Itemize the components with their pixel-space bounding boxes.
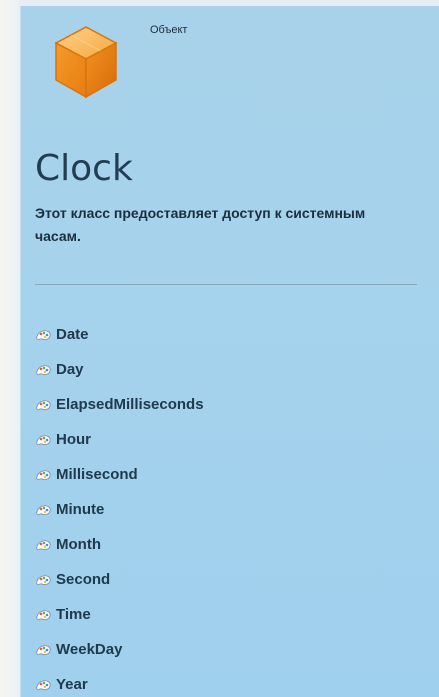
property-icon [36, 540, 51, 551]
property-item-second[interactable]: Second [35, 571, 204, 606]
property-icon [36, 470, 51, 481]
property-list: Date Day ElapsedMilliseconds Hour Millis… [35, 326, 204, 697]
property-item-elapsedmilliseconds[interactable]: ElapsedMilliseconds [35, 396, 204, 431]
property-label: WeekDay [56, 641, 123, 658]
object-description: Этот класс предоставляет доступ к систем… [35, 205, 366, 244]
property-item-minute[interactable]: Minute [35, 501, 204, 536]
property-item-year[interactable]: Year [35, 676, 204, 697]
property-item-date[interactable]: Date [35, 326, 204, 361]
divider [35, 284, 417, 285]
property-item-millisecond[interactable]: Millisecond [35, 466, 204, 501]
property-icon [36, 645, 51, 656]
property-label: Time [56, 606, 91, 623]
property-label: Date [56, 326, 89, 343]
property-icon [36, 365, 51, 376]
property-icon [36, 435, 51, 446]
property-icon [36, 610, 51, 621]
property-label: Hour [56, 431, 91, 448]
property-label: Year [56, 676, 88, 693]
property-icon [36, 575, 51, 586]
property-icon [36, 505, 51, 516]
property-item-time[interactable]: Time [35, 606, 204, 641]
property-label: Minute [56, 501, 105, 518]
object-type-label: Объект [150, 24, 188, 36]
property-label: Day [56, 361, 84, 378]
property-label: Millisecond [56, 466, 138, 483]
property-icon [36, 330, 51, 341]
object-title: Clock [35, 148, 133, 189]
page-background: Объект Clock Этот класс предоставляет до… [0, 0, 439, 697]
property-icon [36, 680, 51, 691]
property-icon [36, 400, 51, 411]
property-label: Month [56, 536, 101, 553]
orange-cube-icon [54, 26, 118, 99]
property-label: ElapsedMilliseconds [56, 396, 204, 413]
property-item-weekday[interactable]: WeekDay [35, 641, 204, 676]
property-item-month[interactable]: Month [35, 536, 204, 571]
property-label: Second [56, 571, 111, 588]
property-item-hour[interactable]: Hour [35, 431, 204, 466]
property-item-day[interactable]: Day [35, 361, 204, 396]
object-info-panel: Объект Clock Этот класс предоставляет до… [20, 6, 439, 697]
